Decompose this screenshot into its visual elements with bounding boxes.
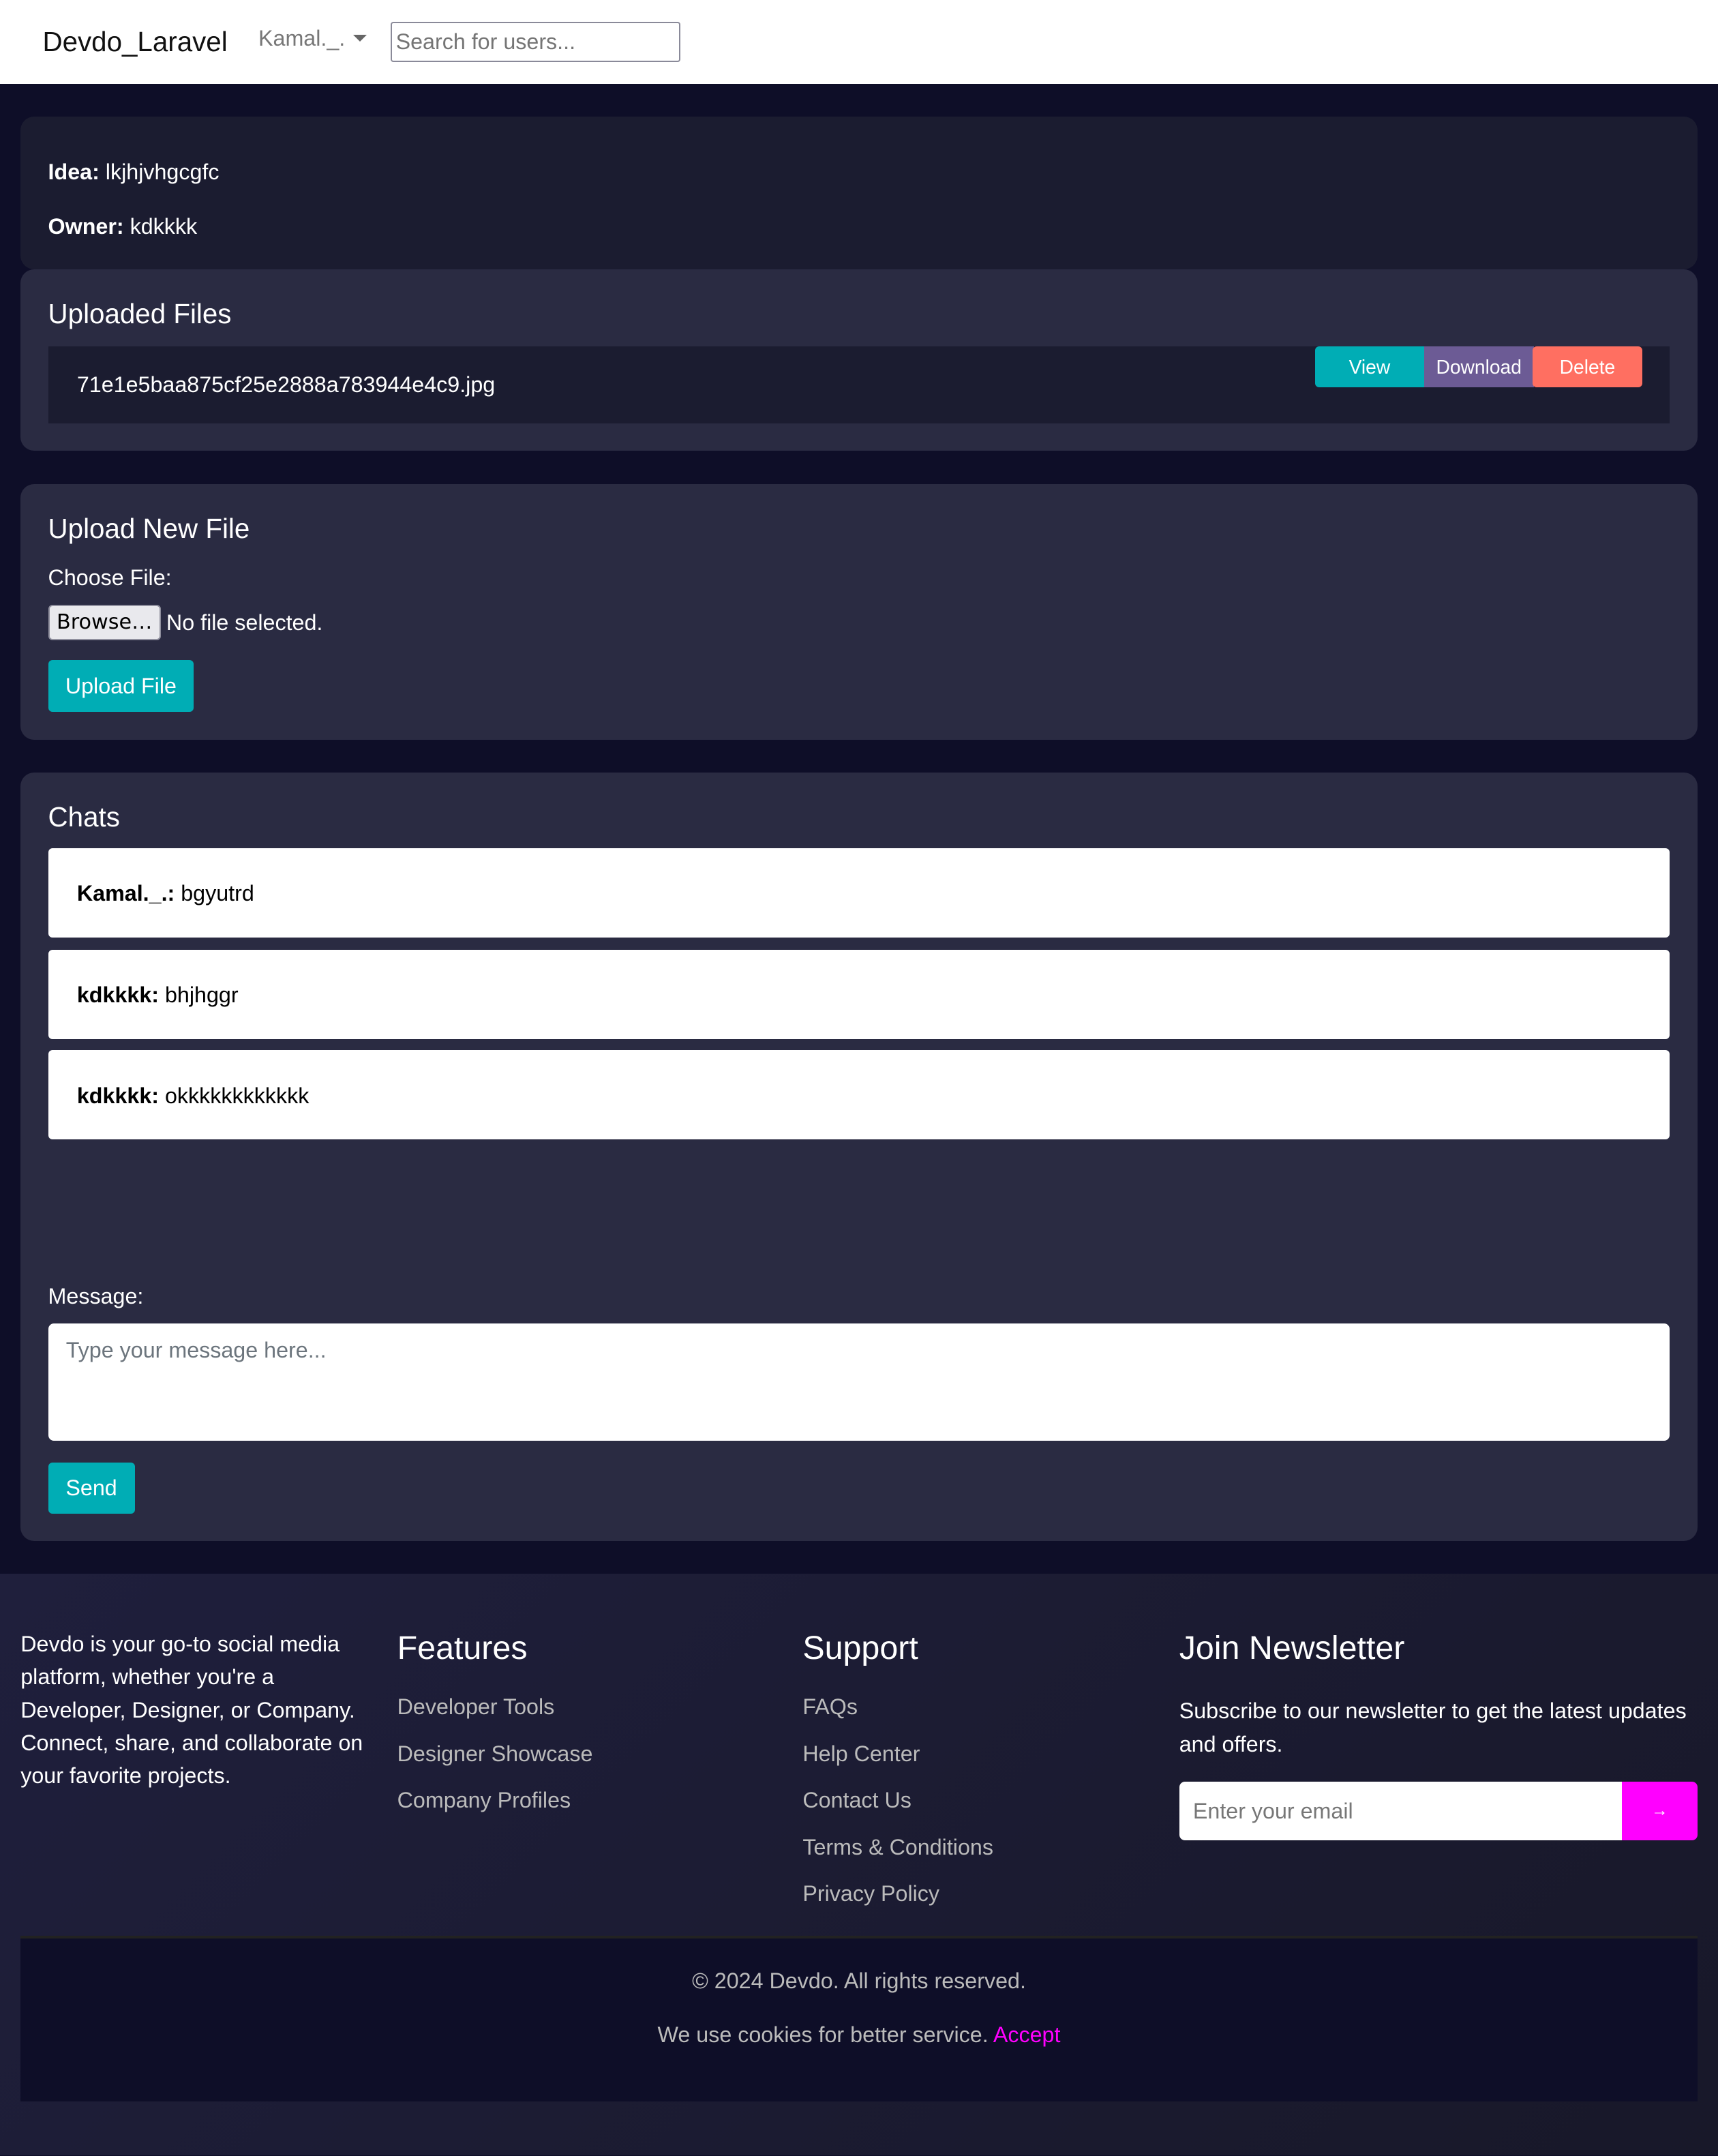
section-title: Chats [48,801,120,833]
chats-card: Chats Kamal._.: bgyutrd kdkkkk: bhjhggr … [20,772,1698,1541]
user-name: Kamal._. [258,26,346,51]
newsletter-column: Join Newsletter Subscribe to our newslet… [1179,1629,1702,1761]
owner-value: kdkkkk [130,214,198,239]
chat-text: okkkkkkkkkkkk [164,1083,310,1108]
footer-link[interactable]: Company Profiles [397,1788,593,1835]
arrow-right-icon[interactable]: → [1621,1781,1698,1841]
user-dropdown[interactable]: Kamal._. [258,26,367,51]
chat-message: kdkkkk: bhjhggr [48,950,1670,1040]
idea-value: lkjhjvhgcgfc [105,159,220,184]
no-file-text: No file selected. [166,610,323,635]
chat-user: kdkkkk: [76,1083,159,1108]
accept-cookies-link[interactable]: Accept [993,2022,1061,2047]
search-input[interactable] [390,22,680,62]
cookie-text: We use cookies for better service. [657,2022,989,2048]
navbar: Devdo_Laravel Kamal._. [0,0,1718,84]
support-title: Support [802,1629,918,1666]
newsletter-text: Subscribe to our newsletter to get the l… [1179,1698,1687,1756]
chat-message: kdkkkk: okkkkkkkkkkkk [48,1050,1670,1140]
download-button[interactable]: Download [1423,346,1534,388]
file-name: 71e1e5baa875cf25e2888a783944e4c9.jpg [76,372,496,398]
footer-bottom: © 2024 Devdo. All rights reserved. We us… [20,1935,1698,2102]
email-input[interactable]: Enter your email [1179,1781,1622,1841]
section-title: Uploaded Files [48,298,232,330]
view-button[interactable]: View [1315,346,1424,388]
owner-label: Owner: [48,214,124,239]
idea-line: Idea: lkjhjvhgcgfc [48,160,220,185]
footer-link[interactable]: FAQs [802,1694,993,1741]
newsletter-title: Join Newsletter [1179,1629,1405,1666]
support-column: Support FAQs Help Center Contact Us Term… [802,1629,993,1928]
caret-down-icon [353,35,367,42]
message-label: Message: [48,1283,144,1308]
footer-link[interactable]: Terms & Conditions [802,1835,993,1882]
footer-link[interactable]: Designer Showcase [397,1741,593,1788]
footer-link[interactable]: Contact Us [802,1788,993,1835]
file-row: 71e1e5baa875cf25e2888a783944e4c9.jpg Vie… [48,346,1670,423]
footer-link[interactable]: Developer Tools [397,1694,593,1741]
chat-user: Kamal._.: [76,881,175,906]
chat-text: bgyutrd [181,881,254,906]
footer-about: Devdo is your go-to social media platfor… [20,1631,363,1788]
cookie-notice: We use cookies for better service. Accep… [20,2022,1698,2048]
send-button[interactable]: Send [48,1463,135,1514]
chat-text: bhjhggr [164,983,239,1008]
section-title: Upload New File [48,512,250,544]
chat-message: Kamal._.: bgyutrd [48,848,1670,938]
idea-label: Idea: [48,159,100,184]
delete-button[interactable]: Delete [1532,346,1643,388]
browse-button[interactable]: Browse… [48,605,161,641]
brand-link[interactable]: Devdo_Laravel [42,26,227,58]
footer-link[interactable]: Help Center [802,1741,993,1788]
upload-card: Upload New File Choose File: Browse… No … [20,483,1698,740]
uploaded-files-card: Uploaded Files 71e1e5baa875cf25e2888a783… [20,269,1698,451]
features-column: Features Developer Tools Designer Showca… [397,1629,593,1835]
features-title: Features [397,1629,528,1666]
idea-card: Idea: lkjhjvhgcgfc Owner: kdkkkk [20,117,1698,270]
copyright: © 2024 Devdo. All rights reserved. [692,1968,1026,1993]
footer-link[interactable]: Privacy Policy [802,1881,993,1928]
chat-user: kdkkkk: [76,983,159,1008]
message-textarea[interactable]: Type your message here... [48,1323,1670,1441]
choose-file-label: Choose File: [48,565,172,590]
owner-line: Owner: kdkkkk [48,214,198,239]
footer: Devdo is your go-to social media platfor… [0,1574,1718,2156]
upload-file-button[interactable]: Upload File [48,659,194,713]
